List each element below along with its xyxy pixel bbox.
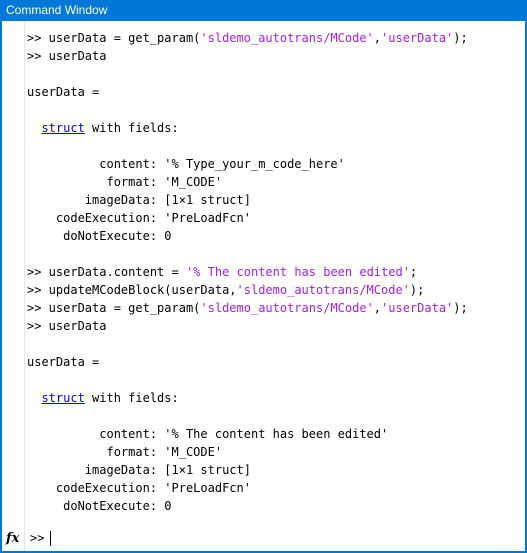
output-text: >> userData bbox=[27, 49, 107, 63]
output-line: struct with fields: bbox=[27, 119, 468, 137]
command-output-area[interactable]: >> userData = get_param('sldemo_autotran… bbox=[2, 21, 525, 551]
output-line: >> userData.content = '% The content has… bbox=[27, 263, 468, 281]
output-line: struct with fields: bbox=[27, 389, 468, 407]
window-title: Command Window bbox=[0, 0, 527, 21]
string-literal: 'sldemo_autotrans/MCode' bbox=[200, 301, 374, 315]
output-line: format: 'M_CODE' bbox=[27, 173, 468, 191]
output-line: doNotExecute: 0 bbox=[27, 497, 468, 515]
prompt-symbol: >> bbox=[30, 531, 45, 545]
output-text: with fields: bbox=[84, 391, 179, 405]
output-line: imageData: [1×1 struct] bbox=[27, 461, 468, 479]
output-lines: >> userData = get_param('sldemo_autotran… bbox=[27, 29, 468, 515]
output-line: >> updateMCodeBlock(userData,'sldemo_aut… bbox=[27, 281, 468, 299]
output-text: >> userData bbox=[27, 319, 107, 333]
output-text: doNotExecute: 0 bbox=[27, 499, 172, 513]
output-line: >> userData bbox=[27, 47, 468, 65]
string-literal: '% The content has been edited' bbox=[185, 265, 410, 279]
output-text: , bbox=[373, 301, 382, 315]
output-text: ); bbox=[453, 301, 468, 315]
string-literal: 'userData' bbox=[381, 301, 454, 315]
left-gutter bbox=[2, 21, 25, 551]
output-line: >> userData bbox=[27, 317, 468, 335]
function-browser-icon[interactable]: fx bbox=[6, 531, 24, 546]
output-line: content: '% The content has been edited' bbox=[27, 425, 468, 443]
output-text: userData = bbox=[27, 85, 100, 99]
string-literal: 'userData' bbox=[381, 31, 454, 45]
output-text: ; bbox=[409, 265, 418, 279]
output-line: format: 'M_CODE' bbox=[27, 443, 468, 461]
output-text: , bbox=[373, 31, 382, 45]
output-line: doNotExecute: 0 bbox=[27, 227, 468, 245]
output-line: userData = bbox=[27, 353, 468, 371]
string-literal: 'sldemo_autotrans/MCode' bbox=[236, 283, 410, 297]
output-line: >> userData = get_param('sldemo_autotran… bbox=[27, 29, 468, 47]
command-prompt-row: fx >> bbox=[6, 529, 52, 547]
string-literal: 'sldemo_autotrans/MCode' bbox=[200, 31, 374, 45]
output-text: content: '% Type_your_m_code_here' bbox=[27, 157, 345, 171]
output-text: userData = bbox=[27, 355, 100, 369]
output-text: >> userData = get_param( bbox=[27, 31, 201, 45]
output-text: content: '% The content has been edited' bbox=[27, 427, 389, 441]
output-line: codeExecution: 'PreLoadFcn' bbox=[27, 479, 468, 497]
output-text: codeExecution: 'PreLoadFcn' bbox=[27, 481, 251, 495]
output-line: >> userData = get_param('sldemo_autotran… bbox=[27, 299, 468, 317]
output-text: >> userData = get_param( bbox=[27, 301, 201, 315]
output-text: with fields: bbox=[84, 121, 179, 135]
command-window: Command Window >> userData = get_param('… bbox=[0, 0, 527, 553]
output-text: >> userData.content = bbox=[27, 265, 186, 279]
output-text: >> updateMCodeBlock(userData, bbox=[27, 283, 237, 297]
output-text: ); bbox=[409, 283, 425, 297]
output-text: ); bbox=[453, 31, 468, 45]
struct-link[interactable]: struct bbox=[41, 121, 84, 135]
output-line: imageData: [1×1 struct] bbox=[27, 191, 468, 209]
output-line: content: '% Type_your_m_code_here' bbox=[27, 155, 468, 173]
struct-link[interactable]: struct bbox=[41, 391, 84, 405]
output-text: imageData: [1×1 struct] bbox=[27, 193, 251, 207]
output-text: format: 'M_CODE' bbox=[27, 175, 223, 189]
output-text: format: 'M_CODE' bbox=[27, 445, 223, 459]
text-cursor bbox=[50, 530, 52, 546]
output-line: userData = bbox=[27, 83, 468, 101]
output-text: imageData: [1×1 struct] bbox=[27, 463, 251, 477]
output-text: doNotExecute: 0 bbox=[27, 229, 172, 243]
output-line: codeExecution: 'PreLoadFcn' bbox=[27, 209, 468, 227]
output-text: codeExecution: 'PreLoadFcn' bbox=[27, 211, 251, 225]
